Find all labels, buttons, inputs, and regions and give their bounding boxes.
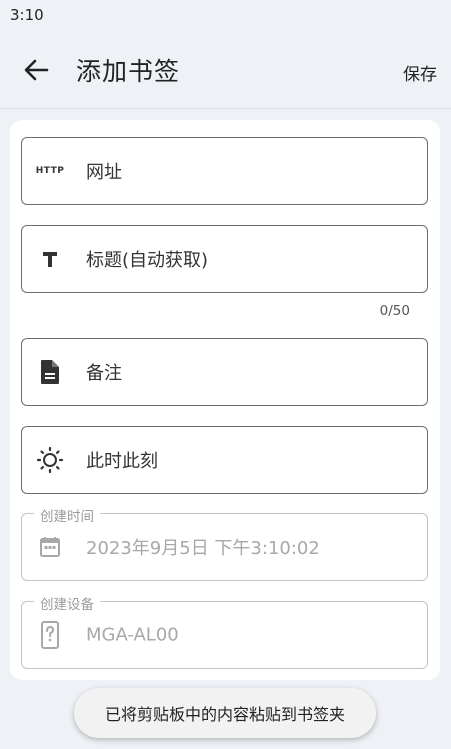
- document-icon: [36, 358, 64, 386]
- back-button[interactable]: [16, 52, 56, 88]
- url-field[interactable]: HTTP 网址: [21, 137, 428, 205]
- http-icon: HTTP: [36, 157, 64, 185]
- bookmark-form-card: HTTP 网址 标题(自动获取) 0/50 备注 此时此刻 创建时间 2023年…: [10, 120, 440, 680]
- status-bar: 3:10: [0, 0, 451, 32]
- page-title: 添加书签: [76, 57, 181, 86]
- created-time-legend: 创建时间: [34, 505, 100, 525]
- text-icon: [36, 245, 64, 273]
- sun-icon: [36, 446, 64, 474]
- url-placeholder: 网址: [86, 162, 122, 183]
- note-placeholder: 备注: [86, 363, 122, 384]
- toast-message: 已将剪贴板中的内容粘贴到书签夹: [104, 705, 345, 724]
- title-char-counter: 0/50: [379, 303, 410, 319]
- calendar-icon: [36, 533, 64, 561]
- status-time: 3:10: [10, 6, 44, 24]
- arrow-left-icon: [24, 59, 49, 81]
- app-bar: 添加书签 保存: [0, 32, 451, 109]
- http-icon-text: HTTP: [35, 166, 65, 176]
- created-device-legend: 创建设备: [34, 593, 100, 613]
- save-button[interactable]: 保存: [403, 60, 437, 85]
- created-time-field: 创建时间 2023年9月5日 下午3:10:02: [21, 505, 428, 581]
- title-placeholder: 标题(自动获取): [86, 250, 209, 271]
- created-device-field: 创建设备 MGA-AL00: [21, 593, 428, 669]
- device-unknown-icon: [36, 621, 64, 649]
- note-field[interactable]: 备注: [21, 338, 428, 406]
- clipboard-toast: 已将剪贴板中的内容粘贴到书签夹: [74, 688, 376, 738]
- title-field[interactable]: 标题(自动获取): [21, 225, 428, 293]
- created-device-value: MGA-AL00: [86, 624, 179, 646]
- created-time-value: 2023年9月5日 下午3:10:02: [86, 538, 320, 559]
- moment-placeholder: 此时此刻: [86, 451, 158, 472]
- moment-field[interactable]: 此时此刻: [21, 426, 428, 494]
